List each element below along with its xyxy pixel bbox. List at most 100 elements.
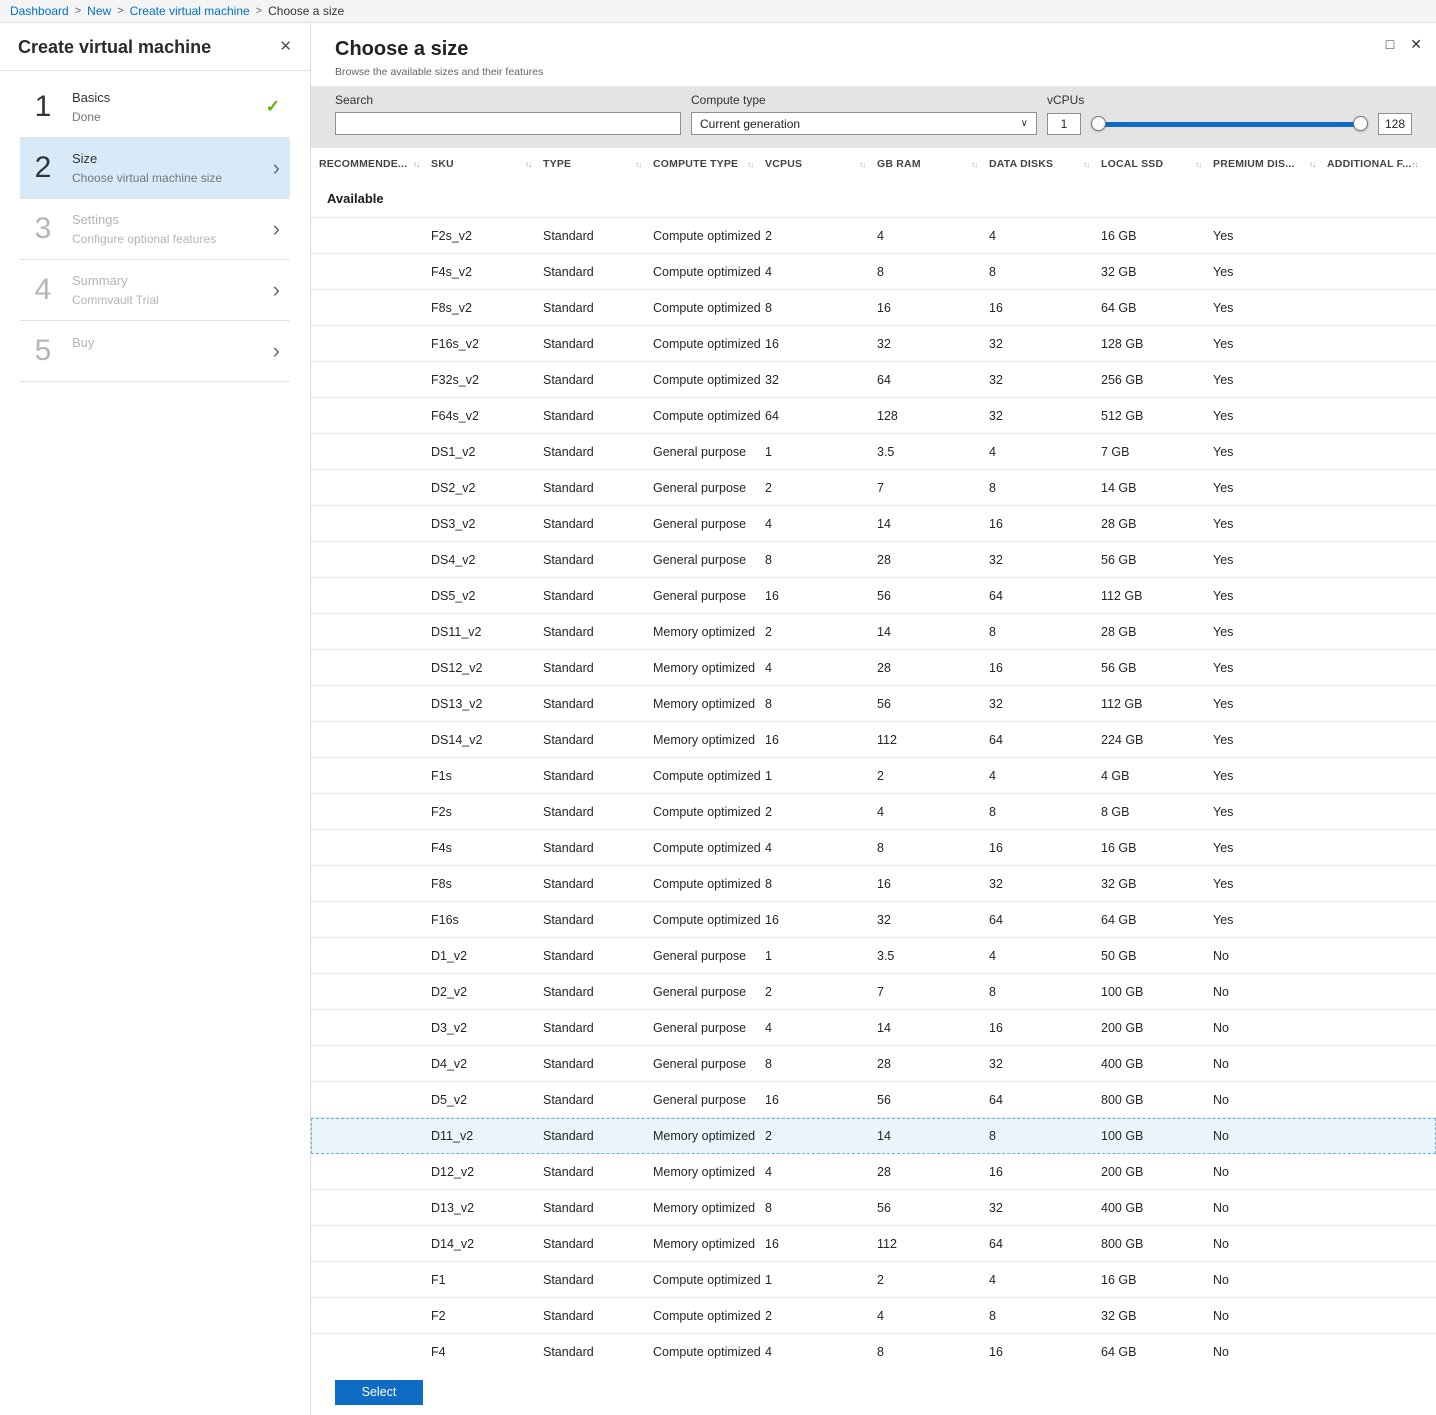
size-row[interactable]: F2s_v2 Standard Compute optimized 2 4 4 … (311, 218, 1436, 254)
size-row[interactable]: DS4_v2 Standard General purpose 8 28 32 … (311, 542, 1436, 578)
column-header[interactable]: VCPUS ↑↓ (765, 158, 877, 170)
cell-sku: DS14_v2 (431, 732, 483, 747)
cell-sku: F1 (431, 1272, 446, 1287)
size-row[interactable]: F1s Standard Compute optimized 1 2 4 4 G… (311, 758, 1436, 794)
cell-data-disks: 4 (989, 444, 996, 459)
sort-icon: ↑↓ (971, 159, 978, 169)
size-row[interactable]: D5_v2 Standard General purpose 16 56 64 … (311, 1082, 1436, 1118)
wizard-step[interactable]: 5 Buy ✓ › (20, 321, 290, 382)
size-row[interactable]: DS14_v2 Standard Memory optimized 16 112… (311, 722, 1436, 758)
cell-type: Standard (543, 1308, 594, 1323)
size-row[interactable]: D3_v2 Standard General purpose 4 14 16 2… (311, 1010, 1436, 1046)
blade-title: Choose a size (335, 38, 469, 60)
compute-type-select[interactable]: Current generation ∨ (691, 112, 1037, 135)
cell-sku: DS13_v2 (431, 696, 483, 711)
search-input[interactable] (335, 112, 681, 135)
size-row[interactable]: F32s_v2 Standard Compute optimized 32 64… (311, 362, 1436, 398)
size-row[interactable]: D13_v2 Standard Memory optimized 8 56 32… (311, 1190, 1436, 1226)
size-row[interactable]: F4s_v2 Standard Compute optimized 4 8 8 … (311, 254, 1436, 290)
column-header[interactable]: GB RAM ↑↓ (877, 158, 989, 170)
size-row[interactable]: D1_v2 Standard General purpose 1 3.5 4 5… (311, 938, 1436, 974)
cell-data-disks: 16 (989, 1344, 1003, 1359)
breadcrumb-link[interactable]: Dashboard (10, 4, 69, 18)
select-button[interactable]: Select (335, 1379, 423, 1405)
size-row[interactable]: F16s_v2 Standard Compute optimized 16 32… (311, 326, 1436, 362)
size-table-scroll-area[interactable]: Available F2s_v2 Standard Compute optimi… (311, 179, 1436, 1369)
size-row[interactable]: D4_v2 Standard General purpose 8 28 32 4… (311, 1046, 1436, 1082)
close-icon[interactable]: ✕ (277, 37, 294, 56)
cell-vcpus: 4 (765, 1344, 772, 1359)
column-header[interactable]: ADDITIONAL F... ↑↓ (1327, 158, 1419, 170)
cell-compute-type: General purpose (653, 444, 747, 459)
wizard-step[interactable]: 3 Settings Configure optional features ✓… (20, 199, 290, 260)
vcpus-max-input[interactable]: 128 (1378, 112, 1412, 135)
cell-premium-disk: Yes (1213, 516, 1234, 531)
step-title: Size (72, 151, 98, 166)
cell-sku: D4_v2 (431, 1056, 468, 1071)
maximize-icon[interactable]: □ (1386, 37, 1394, 51)
column-header[interactable]: RECOMMENDE... ↑↓ (319, 158, 431, 170)
size-row[interactable]: F2s Standard Compute optimized 2 4 8 8 G… (311, 794, 1436, 830)
size-row[interactable]: D12_v2 Standard Memory optimized 4 28 16… (311, 1154, 1436, 1190)
size-row[interactable]: F2 Standard Compute optimized 2 4 8 32 G… (311, 1298, 1436, 1334)
vcpus-min-input[interactable]: 1 (1047, 112, 1081, 135)
column-header[interactable]: LOCAL SSD ↑↓ (1101, 158, 1213, 170)
size-row[interactable]: F8s_v2 Standard Compute optimized 8 16 1… (311, 290, 1436, 326)
cell-vcpus: 4 (765, 660, 772, 675)
size-row[interactable]: F8s Standard Compute optimized 8 16 32 3… (311, 866, 1436, 902)
search-label: Search (335, 93, 374, 107)
size-row[interactable]: F64s_v2 Standard Compute optimized 64 12… (311, 398, 1436, 434)
breadcrumb-link[interactable]: Create virtual machine (130, 4, 250, 18)
size-row[interactable]: F1 Standard Compute optimized 1 2 4 16 G… (311, 1262, 1436, 1298)
cell-premium-disk: Yes (1213, 840, 1234, 855)
slider-handle-min[interactable] (1091, 115, 1106, 131)
cell-vcpus: 2 (765, 984, 772, 999)
wizard-step[interactable]: 2 Size Choose virtual machine size ✓ › (20, 138, 290, 199)
size-row[interactable]: F16s Standard Compute optimized 16 32 64… (311, 902, 1436, 938)
cell-type: Standard (543, 336, 594, 351)
size-row[interactable]: DS13_v2 Standard Memory optimized 8 56 3… (311, 686, 1436, 722)
cell-data-disks: 8 (989, 480, 996, 495)
cell-sku: D12_v2 (431, 1164, 475, 1179)
cell-compute-type: Memory optimized (653, 624, 756, 639)
cell-compute-type: Memory optimized (653, 1236, 756, 1251)
cell-gb-ram: 64 (877, 372, 891, 387)
column-header[interactable]: DATA DISKS ↑↓ (989, 158, 1101, 170)
size-row[interactable]: D14_v2 Standard Memory optimized 16 112 … (311, 1226, 1436, 1262)
size-row[interactable]: D11_v2 Standard Memory optimized 2 14 8 … (311, 1118, 1436, 1154)
size-row[interactable]: DS12_v2 Standard Memory optimized 4 28 1… (311, 650, 1436, 686)
breadcrumb-link[interactable]: Choose a size (268, 4, 344, 18)
size-row[interactable]: DS2_v2 Standard General purpose 2 7 8 14… (311, 470, 1436, 506)
column-header[interactable]: SKU ↑↓ (431, 158, 543, 170)
column-header[interactable]: COMPUTE TYPE ↑↓ (653, 158, 765, 170)
cell-compute-type: Compute optimized (653, 1308, 761, 1323)
cell-data-disks: 16 (989, 840, 1003, 855)
step-title: Summary (72, 273, 128, 288)
cell-vcpus: 1 (765, 1272, 772, 1287)
close-icon[interactable]: ✕ (1410, 37, 1422, 51)
wizard-step[interactable]: 4 Summary Commvault Trial ✓ › (20, 260, 290, 321)
cell-data-disks: 8 (989, 624, 996, 639)
panel-title: Create virtual machine (18, 37, 212, 57)
cell-compute-type: Memory optimized (653, 1200, 756, 1215)
size-row[interactable]: DS11_v2 Standard Memory optimized 2 14 8… (311, 614, 1436, 650)
cell-compute-type: Memory optimized (653, 732, 756, 747)
cell-compute-type: Compute optimized (653, 912, 761, 927)
wizard-step[interactable]: 1 Basics Done ✓ › (20, 77, 290, 138)
cell-vcpus: 4 (765, 516, 772, 531)
cell-sku: F8s (431, 876, 452, 891)
breadcrumb-link[interactable]: New (87, 4, 111, 18)
size-row[interactable]: DS3_v2 Standard General purpose 4 14 16 … (311, 506, 1436, 542)
size-row[interactable]: DS5_v2 Standard General purpose 16 56 64… (311, 578, 1436, 614)
column-header[interactable]: TYPE ↑↓ (543, 158, 653, 170)
cell-type: Standard (543, 264, 594, 279)
column-header[interactable]: PREMIUM DIS... ↑↓ (1213, 158, 1327, 170)
cell-premium-disk: No (1213, 1020, 1229, 1035)
size-row[interactable]: F4 Standard Compute optimized 4 8 16 64 … (311, 1334, 1436, 1369)
slider-handle-max[interactable] (1353, 115, 1368, 131)
size-row[interactable]: DS1_v2 Standard General purpose 1 3.5 4 … (311, 434, 1436, 470)
cell-data-disks: 32 (989, 336, 1003, 351)
vcpus-slider[interactable] (1091, 115, 1368, 132)
size-row[interactable]: F4s Standard Compute optimized 4 8 16 16… (311, 830, 1436, 866)
size-row[interactable]: D2_v2 Standard General purpose 2 7 8 100… (311, 974, 1436, 1010)
